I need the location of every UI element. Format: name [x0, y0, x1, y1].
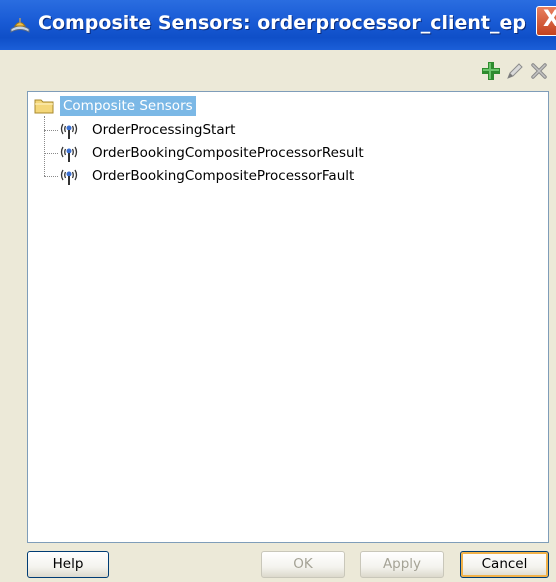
delete-sensor-button[interactable]	[528, 60, 550, 82]
folder-icon	[34, 99, 54, 114]
add-sensor-button[interactable]	[480, 60, 502, 82]
delete-x-icon	[531, 63, 547, 79]
tree-item-label: OrderBookingCompositeProcessorFault	[92, 168, 355, 184]
tree-item-label: OrderBookingCompositeProcessorResult	[92, 145, 364, 161]
tree-connector	[44, 116, 45, 176]
ok-button[interactable]: OK	[261, 551, 345, 578]
sensor-icon	[60, 146, 78, 162]
close-button[interactable]: X	[536, 6, 556, 36]
cancel-button[interactable]: Cancel	[460, 551, 549, 578]
window-title: Composite Sensors: orderprocessor_client…	[38, 12, 526, 34]
apply-button[interactable]: Apply	[360, 551, 444, 578]
sensor-icon	[60, 123, 78, 139]
sensor-icon	[60, 169, 78, 185]
tree-item-label: OrderProcessingStart	[92, 122, 236, 138]
close-icon: X	[543, 7, 556, 32]
plus-icon	[482, 62, 500, 80]
tree-root-label: Composite Sensors	[60, 96, 196, 116]
sensor-tree-panel[interactable]: Composite Sensors OrderProcessingStart O…	[27, 91, 549, 543]
composite-app-icon	[10, 18, 30, 33]
title-bar: Composite Sensors: orderprocessor_client…	[0, 0, 556, 50]
help-button[interactable]: Help	[27, 551, 109, 578]
pencil-icon	[507, 63, 523, 79]
edit-sensor-button[interactable]	[504, 60, 526, 82]
